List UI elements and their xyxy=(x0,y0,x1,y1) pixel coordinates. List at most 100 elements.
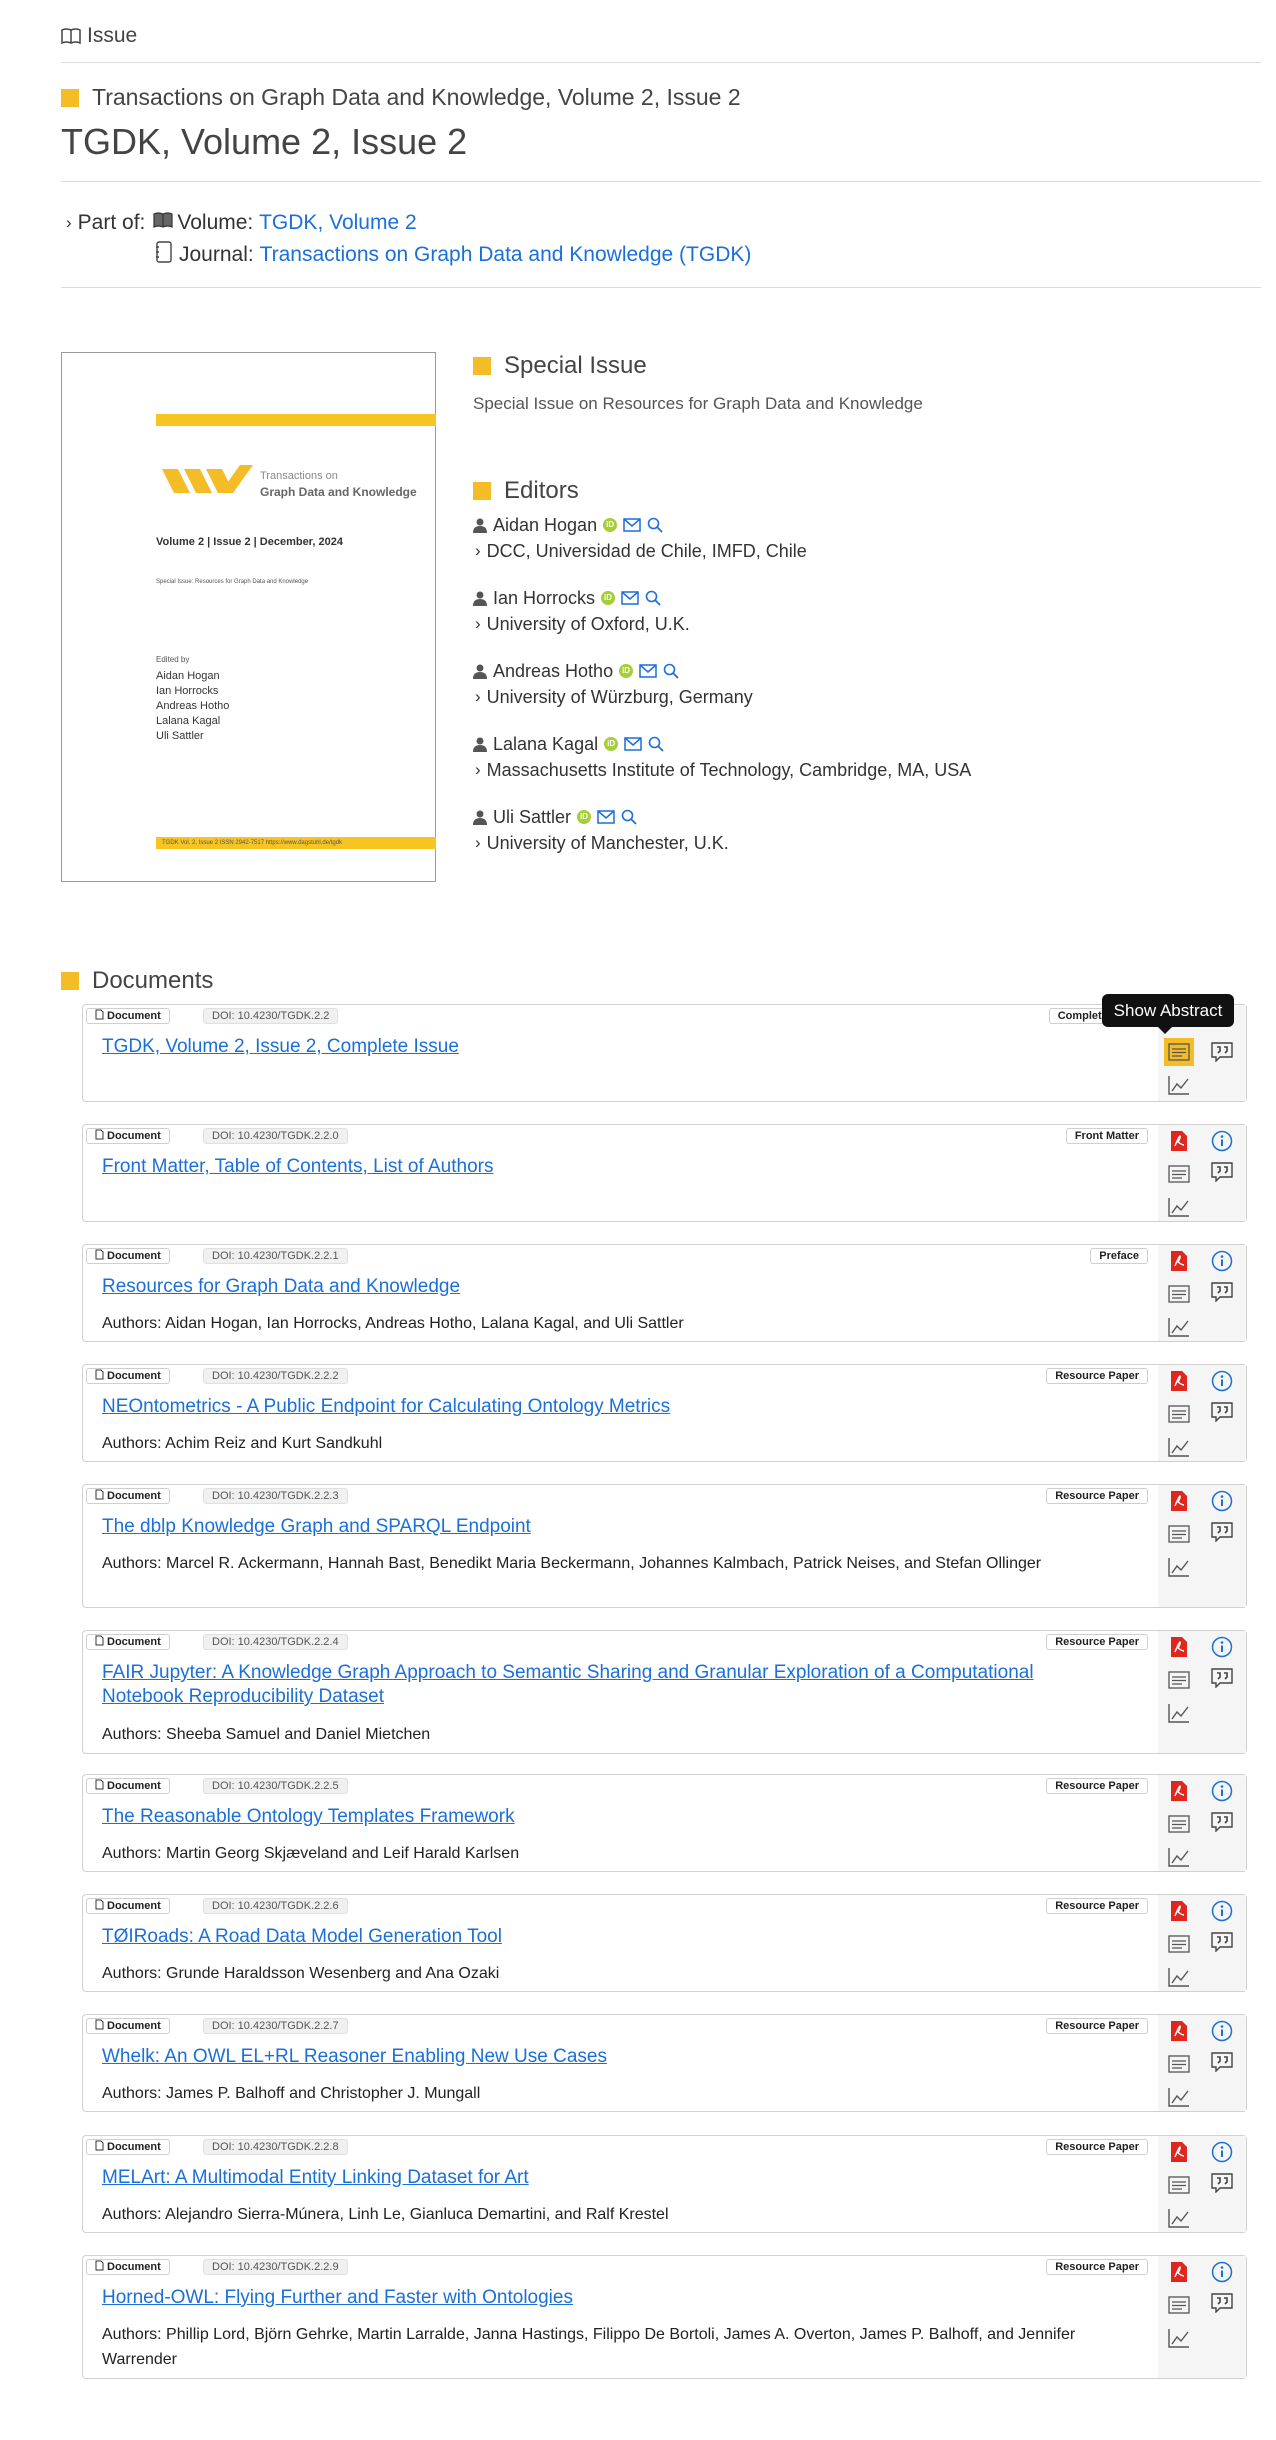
email-icon[interactable] xyxy=(624,737,642,751)
pdf-download-button[interactable] xyxy=(1164,1897,1194,1925)
document-title-link[interactable]: The Reasonable Ontology Templates Framew… xyxy=(102,1805,1102,1829)
show-abstract-button[interactable] xyxy=(1164,2291,1194,2319)
show-abstract-button[interactable] xyxy=(1164,1810,1194,1838)
abstract-icon xyxy=(1168,1935,1190,1953)
page-title: TGDK, Volume 2, Issue 2 xyxy=(61,121,468,162)
cite-button[interactable] xyxy=(1207,1158,1237,1186)
statistics-button[interactable] xyxy=(1164,1963,1194,1991)
cite-button[interactable] xyxy=(1207,1278,1237,1306)
journal-label: Journal: xyxy=(179,243,254,266)
email-icon[interactable] xyxy=(639,664,657,678)
cite-button[interactable] xyxy=(1207,2289,1237,2317)
document-title-link[interactable]: Horned-OWL: Flying Further and Faster wi… xyxy=(102,2286,1102,2310)
show-abstract-button[interactable] xyxy=(1164,1666,1194,1694)
pdf-icon xyxy=(1171,2142,1187,2162)
statistics-button[interactable] xyxy=(1164,1071,1194,1099)
cite-button[interactable] xyxy=(1207,1664,1237,1692)
pdf-download-button[interactable] xyxy=(1164,1633,1194,1661)
show-abstract-button[interactable] xyxy=(1164,1038,1194,1066)
document-card: Document DOI: 10.4230/TGDK.2.2.8 Resource … xyxy=(82,2135,1247,2233)
pdf-download-button[interactable] xyxy=(1164,1487,1194,1515)
statistics-button[interactable] xyxy=(1164,2083,1194,2111)
info-icon xyxy=(1211,2141,1233,2163)
search-icon[interactable] xyxy=(648,736,664,752)
pdf-icon xyxy=(1171,1781,1187,1801)
volume-link[interactable]: TGDK, Volume 2 xyxy=(259,211,417,235)
editor-entry: Aidan Hogan iD › DCC, Universidad de Chile,… xyxy=(473,512,807,564)
orcid-icon[interactable]: iD xyxy=(601,591,616,605)
document-card: Document DOI: 10.4230/TGDK.2.2 Complete Is… xyxy=(82,1004,1247,1102)
show-abstract-button[interactable] xyxy=(1164,1280,1194,1308)
show-abstract-button[interactable] xyxy=(1164,2050,1194,2078)
statistics-button[interactable] xyxy=(1164,1313,1194,1341)
document-kind-badge: Document xyxy=(86,2018,170,2034)
pdf-download-button[interactable] xyxy=(1164,1247,1194,1275)
show-abstract-button[interactable] xyxy=(1164,1930,1194,1958)
cite-button[interactable] xyxy=(1207,1928,1237,1956)
info-icon xyxy=(1211,1370,1233,1392)
issue-cover[interactable]: Transactions on Graph Data and Knowledge… xyxy=(61,352,436,882)
document-title-link[interactable]: The dblp Knowledge Graph and SPARQL Endp… xyxy=(102,1515,1102,1539)
document-info-button[interactable] xyxy=(1207,2138,1237,2166)
pdf-download-button[interactable] xyxy=(1164,1127,1194,1155)
document-info-button[interactable] xyxy=(1207,1633,1237,1661)
email-icon[interactable] xyxy=(597,810,615,824)
statistics-button[interactable] xyxy=(1164,1193,1194,1221)
document-title-link[interactable]: TGDK, Volume 2, Issue 2, Complete Issue xyxy=(102,1035,1102,1059)
orcid-icon[interactable]: iD xyxy=(577,810,592,824)
document-title-link[interactable]: NEOntometrics - A Public Endpoint for Ca… xyxy=(102,1395,1102,1419)
pdf-download-button[interactable] xyxy=(1164,2258,1194,2286)
email-icon[interactable] xyxy=(621,591,639,605)
pdf-icon xyxy=(1171,1491,1187,1511)
pdf-download-button[interactable] xyxy=(1164,1777,1194,1805)
statistics-button[interactable] xyxy=(1164,2324,1194,2352)
document-info-button[interactable] xyxy=(1207,1897,1237,1925)
pdf-download-button[interactable] xyxy=(1164,1367,1194,1395)
cite-button[interactable] xyxy=(1207,1518,1237,1546)
pdf-icon xyxy=(1171,2021,1187,2041)
statistics-button[interactable] xyxy=(1164,1699,1194,1727)
document-info-button[interactable] xyxy=(1207,1487,1237,1515)
pdf-download-button[interactable] xyxy=(1164,2138,1194,2166)
show-abstract-button[interactable] xyxy=(1164,1520,1194,1548)
cite-button[interactable] xyxy=(1207,1038,1237,1066)
cite-button[interactable] xyxy=(1207,2048,1237,2076)
document-info-button[interactable] xyxy=(1207,1247,1237,1275)
search-icon[interactable] xyxy=(663,663,679,679)
journal-link[interactable]: Transactions on Graph Data and Knowledge… xyxy=(260,243,752,267)
statistics-button[interactable] xyxy=(1164,2204,1194,2232)
orcid-icon[interactable]: iD xyxy=(603,518,618,532)
show-abstract-button[interactable] xyxy=(1164,2171,1194,2199)
statistics-button[interactable] xyxy=(1164,1433,1194,1461)
cite-button[interactable] xyxy=(1207,1398,1237,1426)
search-icon[interactable] xyxy=(621,809,637,825)
orcid-icon[interactable]: iD xyxy=(604,737,619,751)
statistics-button[interactable] xyxy=(1164,1843,1194,1871)
document-title-link[interactable]: Whelk: An OWL EL+RL Reasoner Enabling Ne… xyxy=(102,2045,1102,2069)
document-kind-badge: Document xyxy=(86,1248,170,1264)
document-title-link[interactable]: Front Matter, Table of Contents, List of… xyxy=(102,1155,1102,1179)
pdf-download-button[interactable] xyxy=(1164,2017,1194,2045)
cite-button[interactable] xyxy=(1207,2169,1237,2197)
cite-button[interactable] xyxy=(1207,1808,1237,1836)
statistics-button[interactable] xyxy=(1164,1553,1194,1581)
statistics-icon xyxy=(1168,2209,1189,2228)
document-info-button[interactable] xyxy=(1207,2258,1237,2286)
document-info-button[interactable] xyxy=(1207,1127,1237,1155)
document-info-button[interactable] xyxy=(1207,1367,1237,1395)
document-title-link[interactable]: Resources for Graph Data and Knowledge xyxy=(102,1275,1102,1299)
search-icon[interactable] xyxy=(645,590,661,606)
document-title-link[interactable]: FAIR Jupyter: A Knowledge Graph Approach… xyxy=(102,1661,1102,1709)
document-info-button[interactable] xyxy=(1207,2017,1237,2045)
document-type-badge: Resource Paper xyxy=(1046,1778,1148,1794)
search-icon[interactable] xyxy=(647,517,663,533)
orcid-icon[interactable]: iD xyxy=(619,664,634,678)
show-abstract-button[interactable] xyxy=(1164,1400,1194,1428)
document-info-button[interactable] xyxy=(1207,1777,1237,1805)
book-icon xyxy=(153,211,173,235)
email-icon[interactable] xyxy=(623,518,641,532)
document-title-link[interactable]: TØIRoads: A Road Data Model Generation T… xyxy=(102,1925,1102,1949)
show-abstract-button[interactable] xyxy=(1164,1160,1194,1188)
document-title-link[interactable]: MELArt: A Multimodal Entity Linking Data… xyxy=(102,2166,1102,2190)
document-icon xyxy=(95,1779,104,1790)
